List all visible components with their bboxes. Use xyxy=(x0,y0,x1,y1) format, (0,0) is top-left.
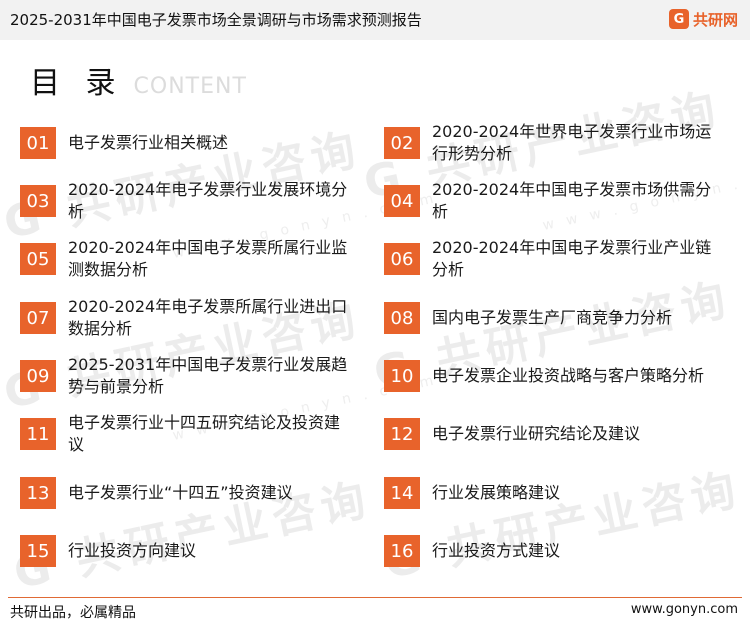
toc-item[interactable]: 01 电子发票行业相关概述 xyxy=(20,118,350,168)
brand-logo-icon: G xyxy=(668,9,689,29)
toc-number: 09 xyxy=(20,360,56,392)
toc-item[interactable]: 10 电子发票企业投资战略与客户策略分析 xyxy=(384,351,714,401)
toc-heading-en: CONTENT xyxy=(133,74,247,99)
toc-number: 06 xyxy=(384,243,420,275)
toc-item[interactable]: 11 电子发票行业十四五研究结论及投资建议 xyxy=(20,409,350,459)
toc-item-text: 2020-2024年中国电子发票行业产业链分析 xyxy=(432,238,712,279)
toc-item[interactable]: 15 行业投资方向建议 xyxy=(20,526,350,576)
toc-item[interactable]: 02 2020-2024年世界电子发票行业市场运行形势分析 xyxy=(384,118,714,168)
footer-slogan: 共研出品，必属精品 xyxy=(10,605,136,621)
toc-item-text: 国内电子发票生产厂商竞争力分析 xyxy=(432,308,673,327)
toc-item[interactable]: 14 行业发展策略建议 xyxy=(384,468,714,518)
toc-item[interactable]: 05 2020-2024年中国电子发票所属行业监测数据分析 xyxy=(20,234,350,284)
toc-item[interactable]: 12 电子发票行业研究结论及建议 xyxy=(384,409,714,459)
toc-item-text: 2020-2024年中国电子发票市场供需分析 xyxy=(432,180,712,221)
toc-item-text: 2020-2024年中国电子发票所属行业监测数据分析 xyxy=(68,238,348,279)
toc-heading: 目 录 CONTENT xyxy=(30,58,247,102)
toc-item-text: 行业投资方式建议 xyxy=(432,541,561,560)
toc-item-text: 2020-2024年电子发票所属行业进出口数据分析 xyxy=(68,297,348,338)
toc-item-text: 2020-2024年世界电子发票行业市场运行形势分析 xyxy=(432,122,712,163)
toc-number: 01 xyxy=(20,127,56,159)
toc-number: 13 xyxy=(20,477,56,509)
toc-item[interactable]: 16 行业投资方式建议 xyxy=(384,526,714,576)
toc-number: 03 xyxy=(20,185,56,217)
report-title: 2025-2031年中国电子发票市场全景调研与市场需求预测报告 xyxy=(10,11,422,29)
toc-number: 07 xyxy=(20,302,56,334)
toc-item-text: 电子发票行业研究结论及建议 xyxy=(432,424,641,443)
toc-item-text: 行业发展策略建议 xyxy=(432,483,561,502)
toc-number: 12 xyxy=(384,418,420,450)
toc-number: 04 xyxy=(384,185,420,217)
toc-item[interactable]: 03 2020-2024年电子发票行业发展环境分析 xyxy=(20,176,350,226)
toc-number: 15 xyxy=(20,535,56,567)
toc-item[interactable]: 08 国内电子发票生产厂商竞争力分析 xyxy=(384,293,714,343)
toc-item[interactable]: 13 电子发票行业“十四五”投资建议 xyxy=(20,468,350,518)
brand: G 共研网 xyxy=(668,7,738,31)
toc-number: 11 xyxy=(20,418,56,450)
toc-number: 16 xyxy=(384,535,420,567)
toc-heading-cn: 目 录 xyxy=(30,66,124,101)
toc-item-text: 2020-2024年电子发票行业发展环境分析 xyxy=(68,180,348,221)
toc-number: 05 xyxy=(20,243,56,275)
brand-name: 共研网 xyxy=(692,10,738,29)
toc-item-text: 电子发票行业“十四五”投资建议 xyxy=(68,483,293,502)
toc-item-text: 电子发票行业相关概述 xyxy=(68,133,229,152)
toc-item[interactable]: 06 2020-2024年中国电子发票行业产业链分析 xyxy=(384,234,714,284)
toc-number: 10 xyxy=(384,360,420,392)
toc-item-text: 电子发票行业十四五研究结论及投资建议 xyxy=(68,413,341,454)
toc-number: 14 xyxy=(384,477,420,509)
toc-item[interactable]: 07 2020-2024年电子发票所属行业进出口数据分析 xyxy=(20,293,350,343)
header-bar: 2025-2031年中国电子发票市场全景调研与市场需求预测报告 G 共研网 xyxy=(0,0,750,40)
toc-item[interactable]: 09 2025-2031年中国电子发票行业发展趋势与前景分析 xyxy=(20,351,350,401)
toc-number: 08 xyxy=(384,302,420,334)
toc-item-text: 行业投资方向建议 xyxy=(68,541,197,560)
footer-divider xyxy=(8,597,742,598)
toc-number: 02 xyxy=(384,127,420,159)
toc-item[interactable]: 04 2020-2024年中国电子发票市场供需分析 xyxy=(384,176,714,226)
toc-item-text: 电子发票企业投资战略与客户策略分析 xyxy=(432,366,705,385)
footer-url[interactable]: www.gonyn.com xyxy=(631,602,738,617)
toc-item-text: 2025-2031年中国电子发票行业发展趋势与前景分析 xyxy=(68,355,348,396)
